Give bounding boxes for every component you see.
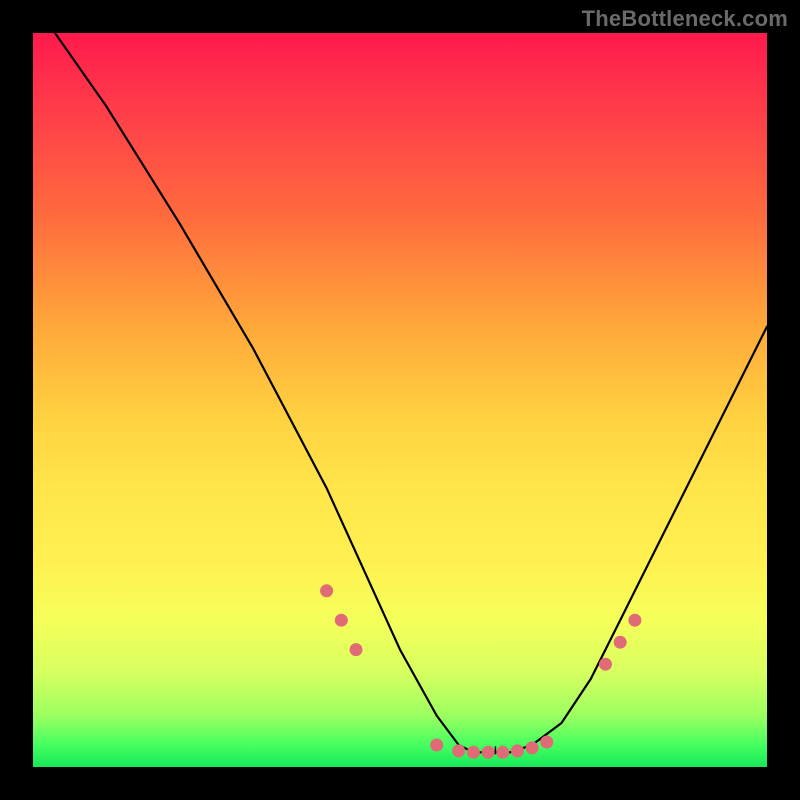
highlight-dot <box>496 746 509 759</box>
highlight-dot <box>540 736 553 749</box>
highlight-dot <box>482 746 495 759</box>
highlight-dot <box>614 636 627 649</box>
curve-layer <box>55 33 767 754</box>
highlight-dot <box>599 658 612 671</box>
chart-svg <box>33 33 767 767</box>
bottleneck-curve <box>55 33 767 752</box>
highlight-dot <box>628 614 641 627</box>
highlight-dot <box>467 746 480 759</box>
highlight-dot <box>430 739 443 752</box>
highlight-dot <box>452 744 465 757</box>
plot-area <box>33 33 767 767</box>
highlight-dot <box>350 643 363 656</box>
watermark-label: TheBottleneck.com <box>582 6 788 32</box>
highlight-dot <box>511 744 524 757</box>
highlight-dot <box>335 614 348 627</box>
highlight-dot <box>526 741 539 754</box>
marker-layer <box>320 584 641 759</box>
highlight-dot <box>320 584 333 597</box>
chart-frame: TheBottleneck.com <box>0 0 800 800</box>
